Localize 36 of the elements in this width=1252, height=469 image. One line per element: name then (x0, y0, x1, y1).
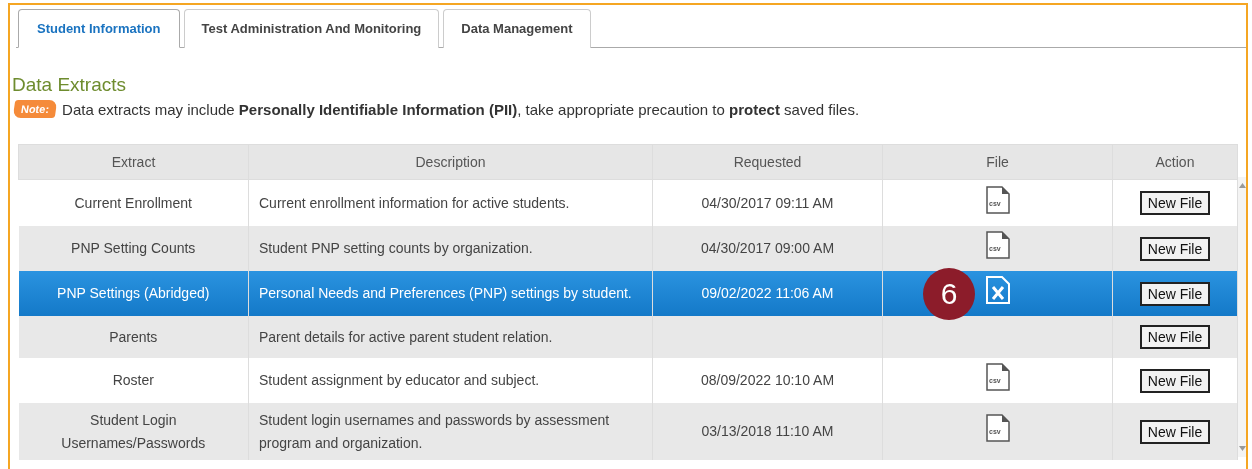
column-header: Extract (18, 144, 249, 180)
tab[interactable]: Data Management (443, 9, 591, 48)
column-header: Action (1112, 144, 1238, 180)
requested-date: 04/30/2017 09:11 AM (701, 194, 834, 211)
note-text: Data extracts may include Personally Identifiable Information (PII), take appropriate precaution to protect saved files. (62, 100, 860, 118)
extract-name: PNP Settings (Abridged) (57, 285, 210, 302)
table-row[interactable]: Parents Parent details for active parent student relation. New File (18, 316, 1238, 358)
extract-description: Student PNP setting counts by organization. (259, 240, 533, 257)
tab[interactable]: Student Information (18, 9, 180, 48)
new-file-button[interactable]: New File (1139, 419, 1211, 444)
new-file-button[interactable]: New File (1139, 191, 1211, 215)
extract-name: Student Login Usernames/Passwords (61, 412, 206, 451)
requested-date: 04/30/2017 09:00 AM (700, 240, 835, 257)
new-file-button[interactable]: New File (1139, 281, 1211, 306)
note-badge: Note: (12, 100, 58, 118)
tab[interactable]: Test Administration And Monitoring (183, 9, 440, 48)
extract-name: Parents (109, 328, 158, 345)
column-header: File (882, 144, 1113, 180)
extract-name: PNP Setting Counts (71, 240, 196, 257)
step-callout: 6 (923, 267, 975, 320)
new-file-button[interactable]: New File (1139, 325, 1211, 349)
requested-date: 08/09/2022 10:10 AM (700, 372, 835, 389)
requested-date: 09/02/2022 11:06 AM (701, 285, 834, 302)
extract-description: Personal Needs and Preferences (PNP) settings by student. (259, 285, 632, 302)
extract-description: Student login usernames and passwords by assessment program and organization. (259, 412, 610, 451)
extract-name: Roster (112, 372, 154, 389)
column-header: Requested (652, 144, 883, 180)
column-header: Description (248, 144, 653, 180)
extract-description: Current enrollment information for active students. (259, 194, 570, 211)
new-file-button[interactable]: New File (1139, 368, 1211, 393)
extract-description: Parent details for active parent student relation. (259, 328, 553, 345)
requested-date: 03/13/2018 11:10 AM (701, 423, 834, 440)
extract-name: Current Enrollment (74, 194, 192, 211)
page-title: Data Extracts (12, 74, 128, 96)
extract-description: Student assignment by educator and subject. (259, 372, 540, 389)
new-file-button[interactable]: New File (1139, 236, 1211, 261)
